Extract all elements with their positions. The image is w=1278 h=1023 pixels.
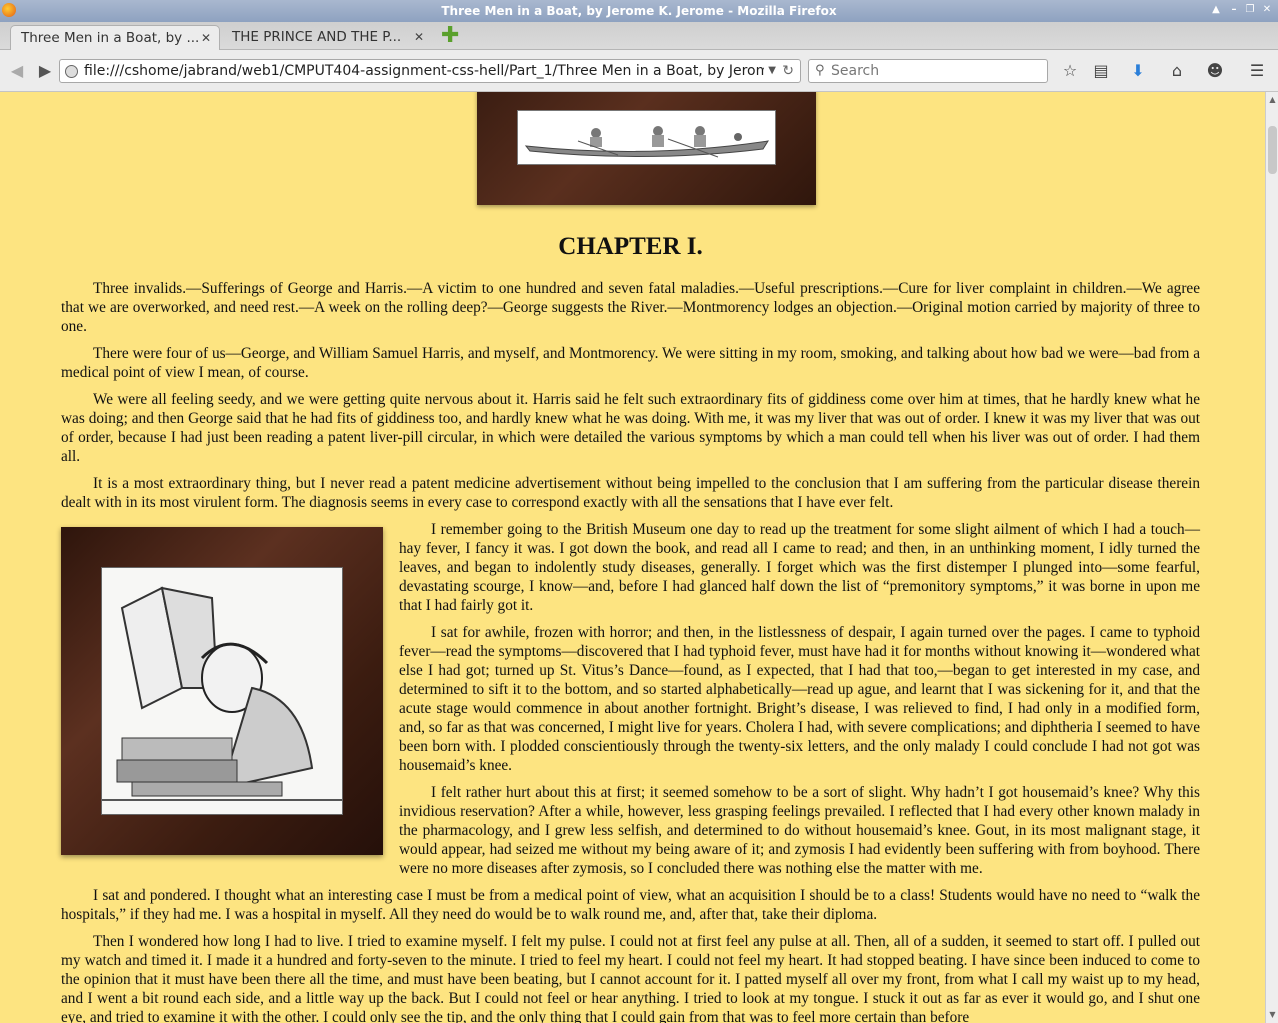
- window-close-icon[interactable]: ✕: [1261, 4, 1273, 16]
- chapter-heading: CHAPTER I.: [558, 233, 703, 260]
- paragraph: I sat for awhile, frozen with horror; an…: [399, 624, 1200, 774]
- search-icon: ⚲: [815, 63, 825, 78]
- chat-icon[interactable]: ☻: [1204, 60, 1226, 82]
- tab-label: THE PRINCE AND THE P...: [232, 29, 402, 45]
- firefox-logo-icon: [2, 3, 16, 17]
- paragraph: I remember going to the British Museum o…: [399, 521, 1200, 614]
- scroll-up-icon[interactable]: ▲: [1267, 94, 1278, 106]
- boat-illustration-frame: [477, 92, 816, 205]
- globe-icon: [65, 65, 78, 78]
- home-icon[interactable]: ⌂: [1166, 60, 1188, 82]
- back-icon[interactable]: ◀: [6, 60, 28, 82]
- window-title-bar: Three Men in a Boat, by Jerome K. Jerome…: [0, 0, 1278, 22]
- url-dropdown-icon[interactable]: ▼: [768, 60, 776, 82]
- url-bar[interactable]: file:///cshome/jabrand/web1/CMPUT404-ass…: [59, 59, 801, 83]
- close-tab-icon[interactable]: ✕: [414, 25, 424, 49]
- bookmark-star-icon[interactable]: ☆: [1059, 60, 1081, 82]
- reload-icon[interactable]: ↻: [782, 60, 794, 82]
- page-scrollbar[interactable]: ▲ ▼: [1265, 92, 1278, 1023]
- search-input[interactable]: [831, 62, 1041, 80]
- maximize-icon[interactable]: ❐: [1244, 4, 1256, 16]
- minimize-icon[interactable]: –: [1228, 4, 1240, 16]
- forward-icon[interactable]: ▶: [34, 60, 56, 82]
- paragraph: There were four of us—George, and Willia…: [61, 345, 1200, 381]
- download-icon[interactable]: ⬇: [1127, 60, 1149, 82]
- tab-label: Three Men in a Boat, by ...: [21, 30, 200, 46]
- reading-man-illustration-frame: [61, 527, 383, 855]
- new-tab-icon[interactable]: ✚: [441, 25, 461, 47]
- tab-prince-and-the-pauper[interactable]: THE PRINCE AND THE P... ✕: [222, 25, 432, 50]
- reading-man-illustration: [101, 567, 343, 815]
- scrollbar-thumb[interactable]: [1268, 126, 1277, 174]
- paragraph: I felt rather hurt about this at first; …: [399, 784, 1200, 877]
- paragraph: It is a most extraordinary thing, but I …: [61, 475, 1200, 511]
- tab-three-men-in-a-boat[interactable]: Three Men in a Boat, by ... ✕: [10, 25, 220, 50]
- url-text[interactable]: file:///cshome/jabrand/web1/CMPUT404-ass…: [84, 60, 764, 82]
- paragraph: We were all feeling seedy, and we were g…: [61, 391, 1200, 465]
- navigation-toolbar: ◀ ▶ file:///cshome/jabrand/web1/CMPUT404…: [0, 50, 1278, 92]
- close-tab-icon[interactable]: ✕: [201, 26, 211, 50]
- menu-icon[interactable]: ☰: [1246, 60, 1268, 82]
- paragraph: Then I wondered how long I had to live. …: [61, 933, 1200, 1023]
- paragraph: I sat and pondered. I thought what an in…: [61, 887, 1200, 923]
- search-box[interactable]: ⚲: [808, 59, 1048, 83]
- reading-list-icon[interactable]: ▤: [1090, 60, 1112, 82]
- window-up-icon[interactable]: ▲: [1210, 4, 1222, 16]
- window-title: Three Men in a Boat, by Jerome K. Jerome…: [441, 4, 837, 18]
- chapter-synopsis: Three invalids.—Sufferings of George and…: [61, 280, 1200, 335]
- page-content: CHAPTER I. Three invalids.—Sufferings of…: [0, 92, 1265, 1023]
- scroll-down-icon[interactable]: ▼: [1267, 1009, 1278, 1021]
- tab-bar: Three Men in a Boat, by ... ✕ THE PRINCE…: [0, 22, 1278, 50]
- boat-illustration: [517, 110, 776, 165]
